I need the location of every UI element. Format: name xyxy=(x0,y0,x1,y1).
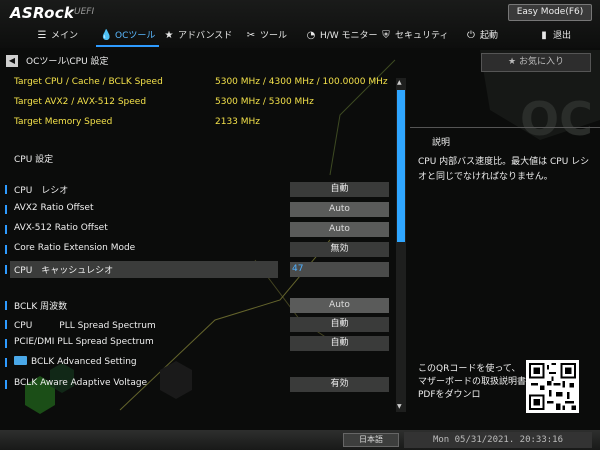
main-tabs: ☰ メイン 💧 OCツール ★ アドバンスド ✂ ツール ◔ H/W モニター ⛨ セキュリ… xyxy=(0,27,600,47)
tab-advanced-label: アドバンスド xyxy=(178,31,233,41)
date-time-display: Mon 05/31/2021. 20:33:16 xyxy=(404,432,592,448)
tab-boot-label: 起動 xyxy=(480,31,499,41)
setting-row-pcie-pll-ss[interactable]: PCIE/DMI PLL Spread Spectrum 自動 xyxy=(0,335,395,352)
back-button[interactable]: ◀ xyxy=(6,55,18,67)
setting-value[interactable]: 有効 xyxy=(290,377,389,392)
chevron-left-icon: ◀ xyxy=(8,56,16,65)
info-label: Target CPU / Cache / BCLK Speed xyxy=(14,77,163,87)
tab-hw-monitor[interactable]: ◔ H/W モニター xyxy=(305,27,378,47)
qr-code-image xyxy=(526,360,579,413)
row-marker xyxy=(5,301,7,310)
scroll-down-arrow-icon[interactable]: ▼ xyxy=(397,403,402,410)
setting-label: AVX-512 Ratio Offset xyxy=(14,223,108,233)
tab-exit-label: 退出 xyxy=(553,31,572,41)
info-value: 5300 MHz / 5300 MHz xyxy=(215,97,314,107)
breadcrumb: OCツール\CPU 設定 xyxy=(26,57,109,67)
exit-door-icon: ▮ xyxy=(541,30,547,41)
svg-text:OC: OC xyxy=(520,92,593,146)
tab-tools[interactable]: ✂ ツール xyxy=(245,27,287,47)
row-marker xyxy=(5,358,7,367)
setting-value[interactable]: Auto xyxy=(290,202,389,217)
tab-main[interactable]: ☰ メイン xyxy=(36,27,79,47)
setting-label: BCLK Advanced Setting xyxy=(14,356,137,367)
setting-value-input[interactable]: 47 xyxy=(290,262,389,277)
tab-exit[interactable]: ▮ 退出 xyxy=(538,27,571,47)
setting-value[interactable]: Auto xyxy=(290,222,389,237)
row-marker xyxy=(5,225,7,234)
setting-label: CPU キャッシュレシオ xyxy=(14,266,114,276)
setting-row-bclk-advanced[interactable]: BCLK Advanced Setting xyxy=(0,354,395,371)
setting-value[interactable]: 自動 xyxy=(290,182,389,197)
row-marker xyxy=(5,339,7,348)
setting-label: BCLK 周波数 xyxy=(14,302,68,312)
row-marker xyxy=(5,205,7,214)
tab-advanced[interactable]: ★ アドバンスド xyxy=(163,27,233,47)
tab-tools-label: ツール xyxy=(260,31,288,41)
info-value: 2133 MHz xyxy=(215,117,261,127)
star-icon: ★ xyxy=(164,30,174,41)
help-divider xyxy=(410,127,600,128)
star-icon: ★ xyxy=(508,57,517,67)
setting-row-cpu-ratio[interactable]: CPU レシオ 自動 xyxy=(0,181,395,198)
language-button[interactable]: 日本語 xyxy=(343,433,399,447)
setting-row-bclk-freq[interactable]: BCLK 周波数 Auto xyxy=(0,297,395,314)
setting-row-cache-ratio[interactable]: CPU キャッシュレシオ 47 xyxy=(0,261,395,278)
help-title: 説明 xyxy=(432,138,451,148)
gauge-icon: ◔ xyxy=(306,30,316,41)
folder-icon xyxy=(14,356,27,365)
setting-value[interactable]: Auto xyxy=(290,298,389,313)
setting-label: BCLK Aware Adaptive Voltage xyxy=(14,378,148,388)
setting-row-bclk-adaptive-voltage[interactable]: BCLK Aware Adaptive Voltage 有効 xyxy=(0,376,395,393)
scroll-up-arrow-icon[interactable]: ▲ xyxy=(397,79,402,86)
uefi-label: UEFI xyxy=(74,7,95,17)
scrollbar-thumb[interactable] xyxy=(397,90,405,242)
submenu-label: BCLK Advanced Setting xyxy=(31,357,137,367)
info-value: 5300 MHz / 4300 MHz / 100.0000 MHz xyxy=(215,77,388,87)
menu-list-icon: ☰ xyxy=(37,30,47,41)
flame-icon: 💧 xyxy=(100,30,113,41)
setting-value[interactable]: 自動 xyxy=(290,317,389,332)
tab-security-label: セキュリティ xyxy=(395,31,449,41)
favorite-button[interactable]: ★ お気に入り xyxy=(481,53,591,72)
row-marker xyxy=(5,380,7,389)
setting-label: CPU レシオ xyxy=(14,186,69,196)
shield-icon: ⛨ xyxy=(382,30,390,41)
info-label: Target Memory Speed xyxy=(14,117,113,127)
setting-label: CPU PLL Spread Spectrum xyxy=(14,321,156,331)
tab-main-label: メイン xyxy=(51,31,79,41)
setting-value[interactable]: 無効 xyxy=(290,242,389,257)
setting-label: Core Ratio Extension Mode xyxy=(14,243,136,253)
tab-security[interactable]: ⛨ セキュリティ xyxy=(380,27,448,47)
setting-row-cpu-pll-ss[interactable]: CPU PLL Spread Spectrum 自動 xyxy=(0,316,395,333)
tab-hw-monitor-label: H/W モニター xyxy=(320,31,378,41)
setting-label: PCIE/DMI PLL Spread Spectrum xyxy=(14,337,154,347)
help-description: CPU 内部バス速度比。最大値は CPU レシオと同じでなければなりません。 xyxy=(418,157,590,182)
setting-label: AVX2 Ratio Offset xyxy=(14,203,94,213)
setting-row-avx2-offset[interactable]: AVX2 Ratio Offset Auto xyxy=(0,201,395,218)
setting-row-avx512-offset[interactable]: AVX-512 Ratio Offset Auto xyxy=(0,221,395,238)
tools-icon: ✂ xyxy=(246,30,256,41)
power-icon: ⏻ xyxy=(467,30,475,41)
tab-boot[interactable]: ⏻ 起動 xyxy=(465,27,498,47)
row-marker xyxy=(5,245,7,254)
asrock-logo: ASRock xyxy=(10,4,75,22)
tab-oc-tools-label: OCツール xyxy=(115,31,156,41)
row-marker xyxy=(5,320,7,329)
favorite-label: お気に入り xyxy=(518,57,564,67)
row-marker xyxy=(5,265,7,274)
section-title: CPU 設定 xyxy=(14,155,54,165)
info-label: Target AVX2 / AVX-512 Speed xyxy=(14,97,147,107)
setting-row-core-ratio-ext[interactable]: Core Ratio Extension Mode 無効 xyxy=(0,241,395,258)
row-marker xyxy=(5,185,7,194)
tab-oc-tools[interactable]: 💧 OCツール xyxy=(95,27,160,47)
setting-value[interactable]: 自動 xyxy=(290,336,389,351)
qr-description: このQRコードを使って、マザーボードの取扱説明書PDFをダウンロ xyxy=(418,364,527,400)
easy-mode-button[interactable]: Easy Mode(F6) xyxy=(508,4,592,21)
